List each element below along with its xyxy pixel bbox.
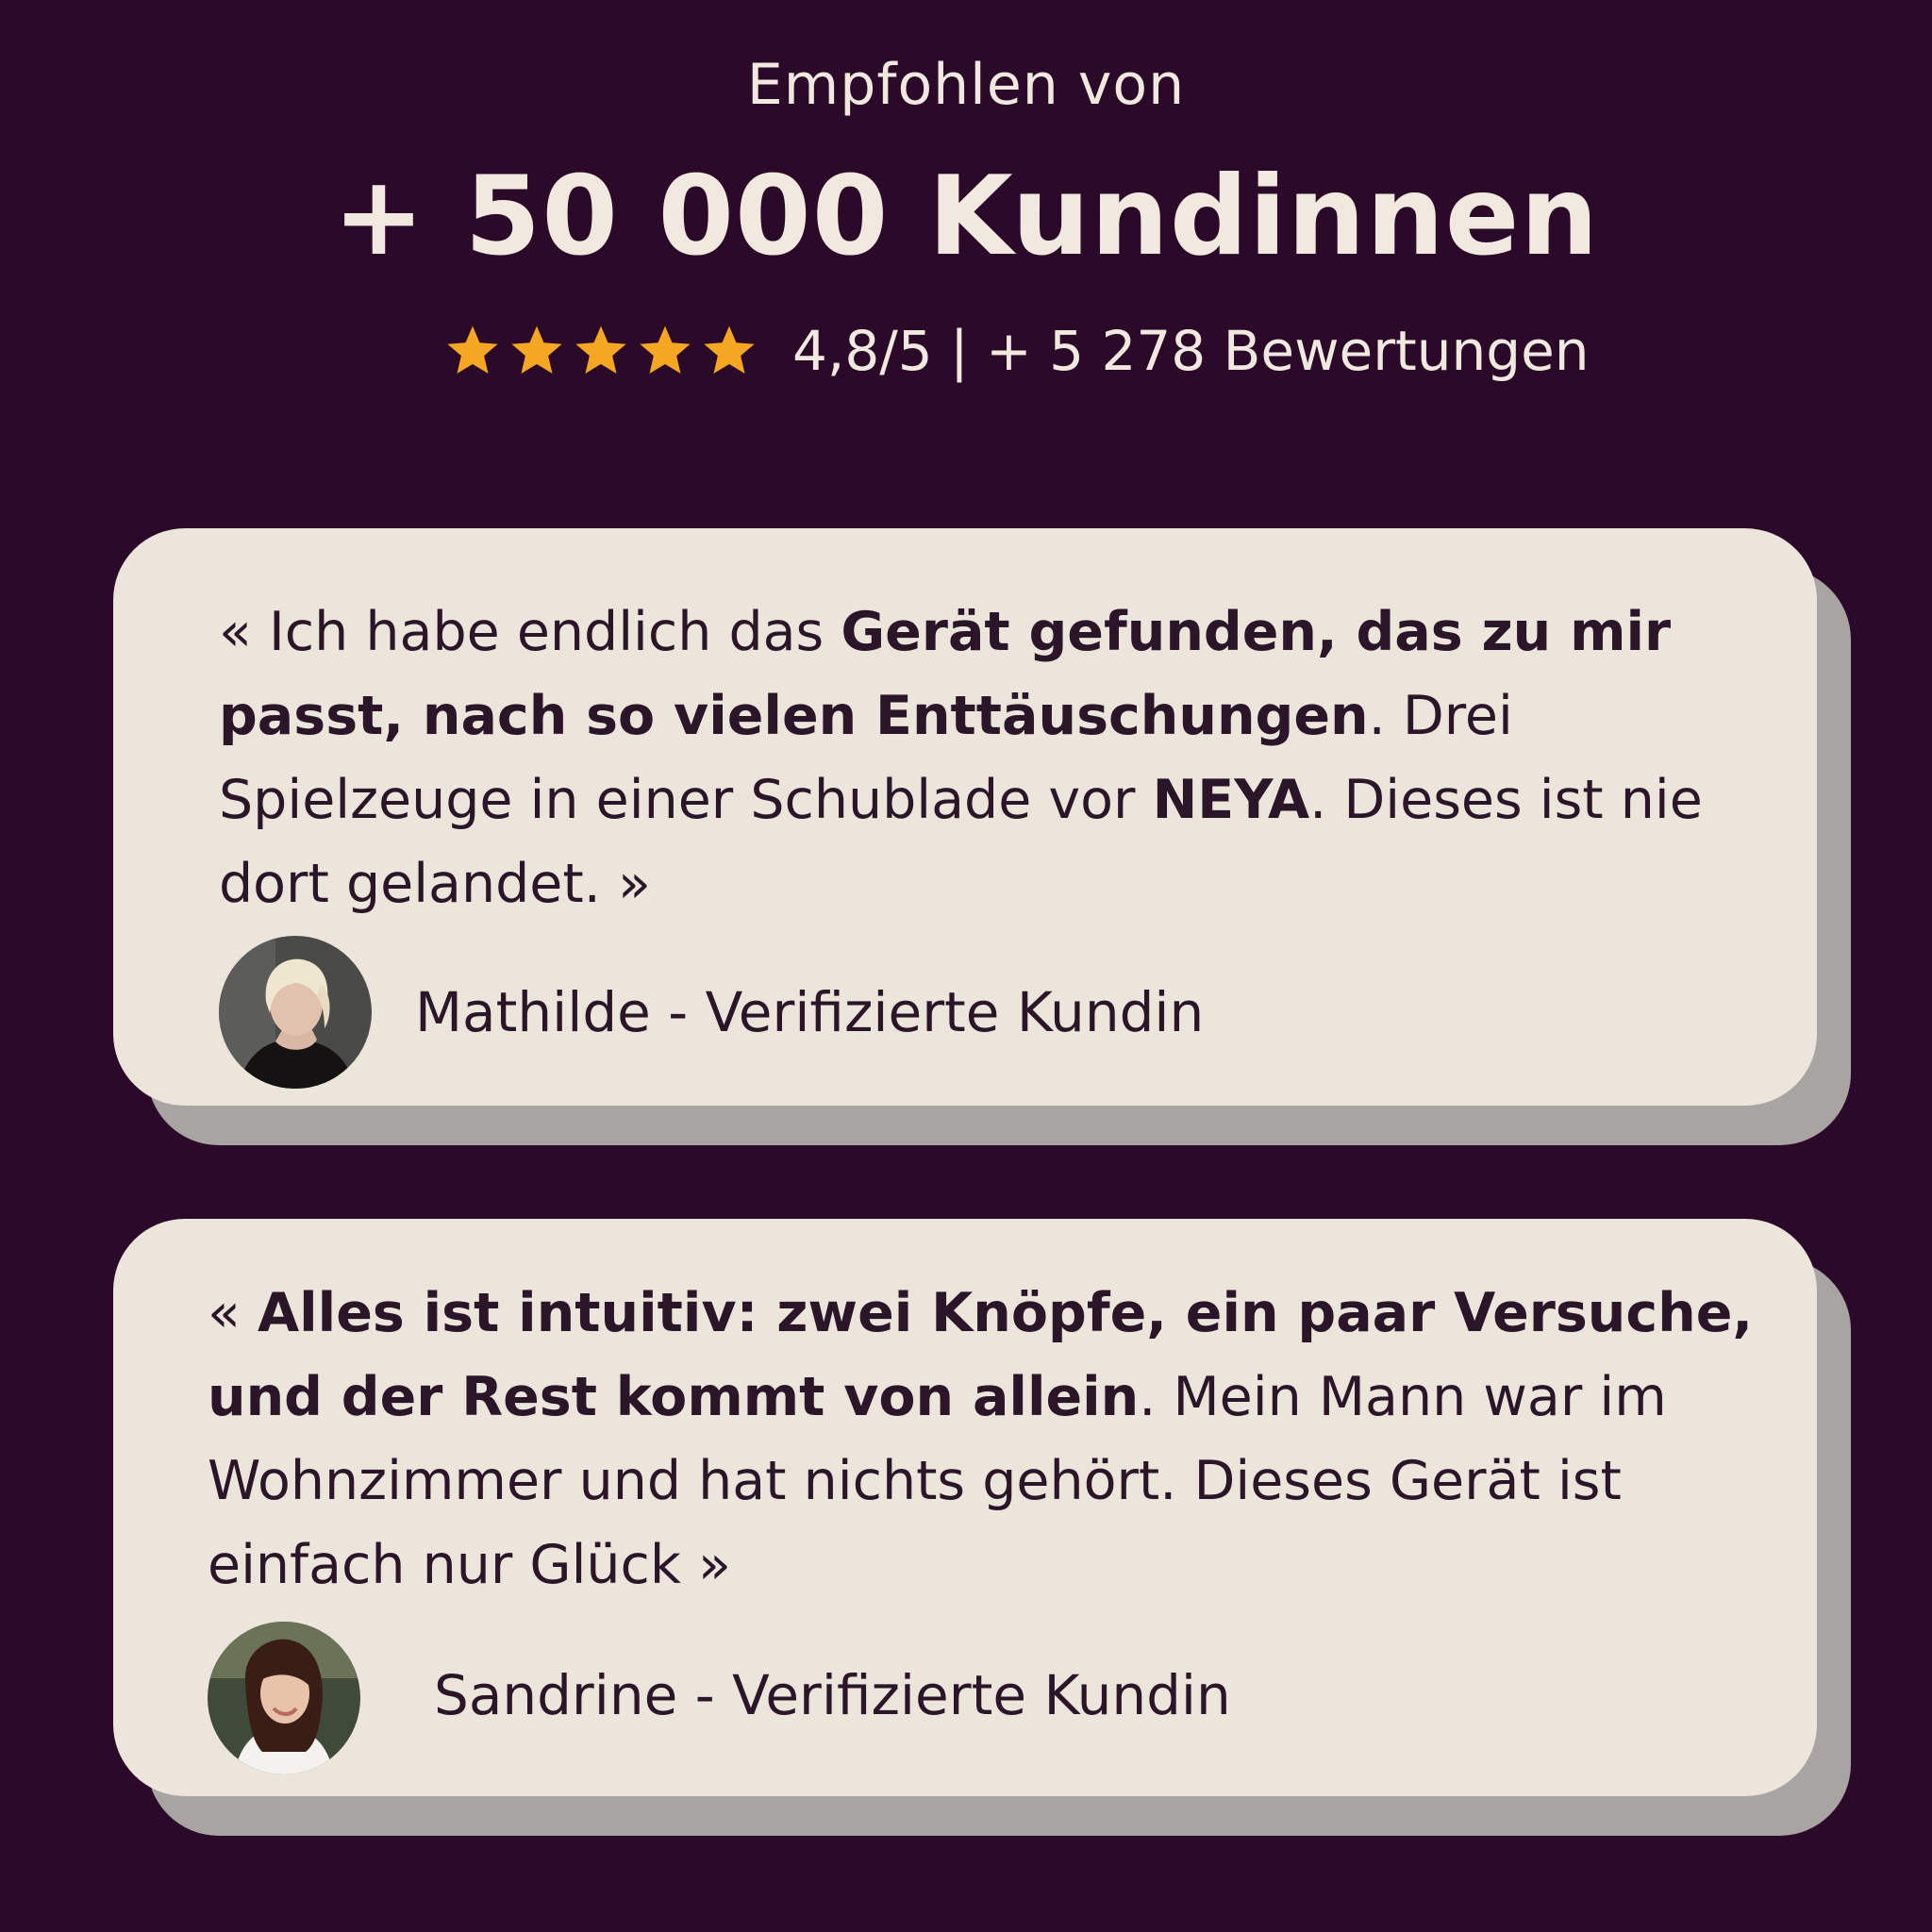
rating-text: 4,8/5 | + 5 278 Bewertungen [792, 319, 1590, 383]
review-quote: « Alles ist intuitiv: zwei Knöpfe, ein p… [208, 1282, 1754, 1596]
star-icon [640, 325, 691, 375]
quote-text: Ich habe endlich das [269, 601, 841, 663]
star-icon [575, 325, 626, 375]
headline: + 50 000 Kundinnen [332, 153, 1600, 280]
eyebrow-text: Empfohlen von [746, 52, 1186, 118]
review-card-body: « Alles ist intuitiv: zwei Knöpfe, ein p… [113, 1219, 1817, 1796]
rating-row: 4,8/5 | + 5 278 Bewertungen [443, 315, 1590, 387]
review-quote: « Ich habe endlich das Gerät gefunden, d… [219, 601, 1703, 915]
star-icon [447, 325, 498, 375]
star-icon [511, 325, 562, 375]
rating-stars [443, 322, 758, 380]
review-card-body: « Ich habe endlich das Gerät gefunden, d… [113, 528, 1817, 1106]
review-author: Sandrine - Verifizierte Kundin [434, 1663, 1231, 1727]
review-card: « Alles ist intuitiv: zwei Knöpfe, ein p… [113, 1219, 1851, 1836]
quote-highlight: NEYA [1152, 769, 1310, 831]
woman-blonde-portrait-icon [219, 936, 372, 1089]
woman-brunette-portrait-icon [208, 1622, 360, 1774]
review-card: « Ich habe endlich das Gerät gefunden, d… [113, 528, 1851, 1145]
review-author: Mathilde - Verifizierte Kundin [415, 980, 1205, 1044]
star-icon [704, 325, 755, 375]
